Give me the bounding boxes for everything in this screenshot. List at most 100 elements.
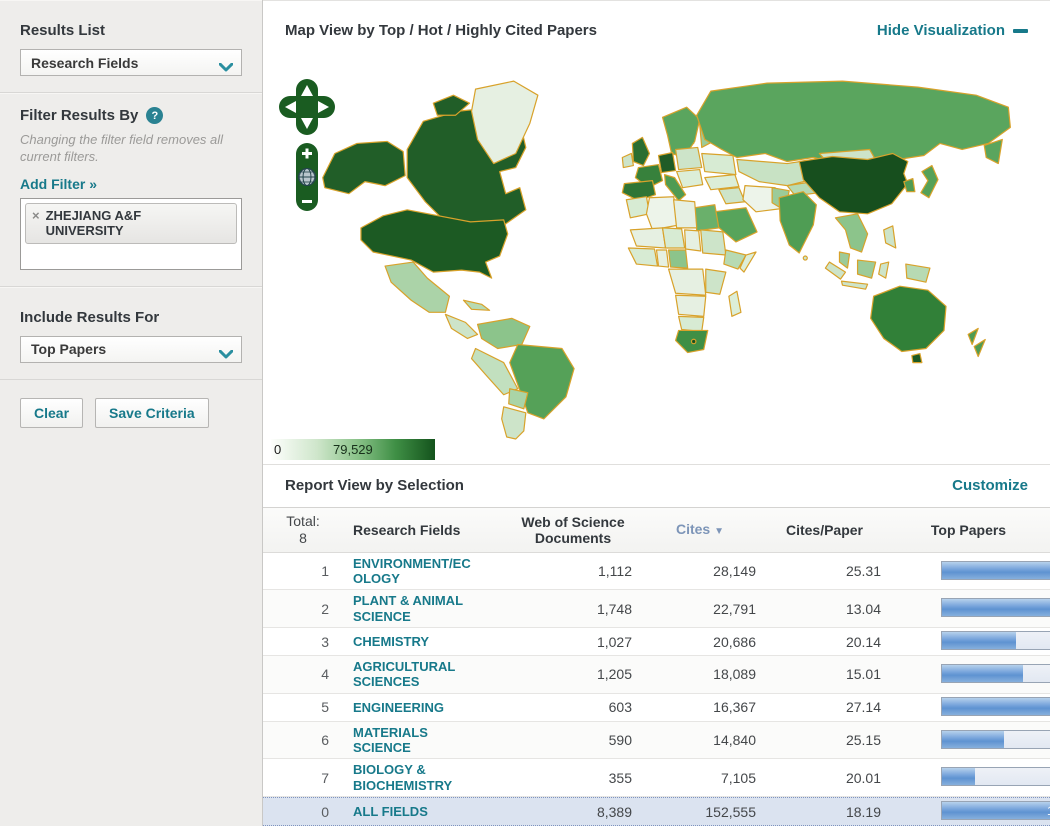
map-country[interactable]: [694, 203, 720, 232]
docs-cell: 1,748: [596, 600, 632, 617]
map-pan-control[interactable]: [279, 78, 335, 135]
map-country[interactable]: [701, 152, 737, 176]
field-link[interactable]: ALL FIELDS: [343, 804, 471, 819]
hide-visualization-link[interactable]: Hide Visualization: [877, 22, 1028, 39]
hide-visualization-label: Hide Visualization: [876, 22, 1005, 40]
zoom-in-icon[interactable]: [305, 148, 309, 159]
map-country[interactable]: [627, 247, 659, 267]
map-country[interactable]: [508, 387, 529, 410]
rank-cell: 7: [321, 769, 329, 786]
map-country[interactable]: [667, 249, 689, 269]
field-link[interactable]: MATERIALS SCIENCE: [343, 725, 471, 756]
field-link[interactable]: BIOLOGY & BIOCHEMISTRY: [343, 762, 471, 793]
results-list-title: Results List: [20, 22, 106, 39]
clear-button[interactable]: Clear: [20, 397, 84, 428]
map-country[interactable]: [690, 338, 697, 345]
map-country[interactable]: [838, 251, 851, 269]
map-country[interactable]: [678, 315, 705, 332]
table-row[interactable]: 1 ENVIRONMENT/ECOLOGY 1,112 28,149 25.31…: [263, 552, 1050, 591]
map-country[interactable]: [476, 317, 531, 349]
add-filter-link[interactable]: Add Filter »: [20, 176, 97, 192]
map-country[interactable]: [674, 146, 703, 171]
map-country[interactable]: [718, 186, 746, 205]
table-row[interactable]: 4 AGRICULTURAL SCIENCES 1,205 18,089 15.…: [263, 656, 1050, 694]
column-header-cites-per-paper[interactable]: Cites/Paper: [762, 522, 887, 538]
filter-tag-label: ZHEJIANG A&F UNIVERSITY: [45, 207, 142, 239]
field-link[interactable]: ENVIRONMENT/ECOLOGY: [343, 556, 471, 587]
map-country[interactable]: [878, 261, 890, 279]
field-link[interactable]: ENGINEERING: [343, 700, 471, 715]
table-row[interactable]: 7 BIOLOGY & BIOCHEMISTRY 355 7,105 20.01…: [263, 759, 1050, 797]
map-country[interactable]: [684, 229, 702, 252]
map-country[interactable]: [840, 280, 869, 290]
map-country[interactable]: [911, 352, 923, 364]
table-row[interactable]: 0 ALL FIELDS 8,389 152,555 18.19 181: [263, 797, 1050, 826]
include-results-dropdown[interactable]: Top Papers: [20, 335, 242, 363]
globe-icon[interactable]: [298, 167, 316, 186]
chevron-down-icon: [218, 59, 234, 77]
map-country[interactable]: [625, 195, 651, 219]
column-header-cites[interactable]: Cites ▼: [638, 521, 762, 538]
cites-per-paper-cell: 20.14: [845, 633, 881, 650]
table-row[interactable]: 5 ENGINEERING 603 16,367 27.14 30: [263, 693, 1050, 722]
map-country[interactable]: [973, 338, 986, 358]
map-country[interactable]: [655, 249, 670, 268]
cites-per-paper-cell: 15.01: [845, 666, 881, 683]
map-country[interactable]: [704, 173, 740, 191]
zoom-out-icon[interactable]: [302, 199, 312, 203]
map-country[interactable]: [667, 268, 707, 296]
map-country[interactable]: [834, 213, 869, 253]
map-country[interactable]: [462, 299, 491, 311]
map-country[interactable]: [802, 255, 808, 261]
map-country[interactable]: [672, 198, 698, 229]
map-country[interactable]: [728, 290, 742, 317]
map-country[interactable]: [856, 259, 877, 279]
map-country[interactable]: [444, 313, 479, 339]
top-papers-bar: 181: [941, 801, 1050, 820]
column-header-top-papers[interactable]: Top Papers: [887, 522, 1050, 538]
world-choropleth-map[interactable]: [263, 61, 1050, 441]
remove-filter-icon[interactable]: ×: [32, 208, 40, 224]
map-country[interactable]: [661, 227, 686, 249]
map-zoom-control[interactable]: [296, 142, 318, 211]
map-country[interactable]: [883, 225, 897, 249]
map-country[interactable]: [870, 285, 947, 352]
column-header-research-fields[interactable]: Research Fields: [343, 522, 508, 538]
map-country[interactable]: [631, 136, 651, 166]
save-criteria-button[interactable]: Save Criteria: [95, 397, 209, 428]
filter-tag[interactable]: × ZHEJIANG A&F UNIVERSITY: [25, 202, 237, 244]
map-country[interactable]: [501, 406, 527, 440]
cites-cell: 14,840: [713, 732, 756, 749]
map-country[interactable]: [676, 168, 704, 189]
map-country[interactable]: [920, 164, 939, 199]
map-country[interactable]: [621, 152, 634, 169]
field-link[interactable]: CHEMISTRY: [343, 634, 471, 649]
esi-app-window: Results List Research Fields Filter Resu…: [0, 0, 1050, 826]
map-country[interactable]: [705, 268, 727, 295]
results-list-dropdown[interactable]: Research Fields: [20, 49, 242, 76]
column-header-wos-documents[interactable]: Web of Science Documents: [508, 514, 638, 546]
help-icon[interactable]: ?: [146, 107, 164, 124]
field-link[interactable]: PLANT & ANIMAL SCIENCE: [343, 593, 471, 624]
customize-link[interactable]: Customize: [952, 477, 1028, 494]
cites-per-paper-cell: 13.04: [845, 600, 881, 617]
map-country[interactable]: [903, 177, 916, 193]
field-link[interactable]: AGRICULTURAL SCIENCES: [343, 659, 471, 690]
total-value: 8: [299, 529, 307, 546]
table-row[interactable]: 2 PLANT & ANIMAL SCIENCE 1,748 22,791 13…: [263, 590, 1050, 629]
map-country[interactable]: [674, 294, 707, 317]
cites-per-paper-cell: 25.31: [845, 563, 881, 580]
map-controls: [279, 78, 335, 211]
map-country[interactable]: [700, 229, 727, 256]
table-row[interactable]: 3 CHEMISTRY 1,027 20,686 20.14 19: [263, 628, 1050, 657]
map-country[interactable]: [657, 151, 677, 174]
table-row[interactable]: 6 MATERIALS SCIENCE 590 14,840 25.15 16: [263, 721, 1050, 760]
map-country[interactable]: [905, 263, 931, 283]
results-list-section: Results List Research Fields: [0, 0, 262, 93]
map-country[interactable]: [778, 190, 817, 254]
map-country[interactable]: [967, 327, 979, 345]
map-country[interactable]: [470, 347, 519, 396]
docs-cell: 1,027: [596, 633, 632, 650]
map-country[interactable]: [629, 227, 667, 249]
cites-cell: 16,367: [713, 699, 756, 716]
